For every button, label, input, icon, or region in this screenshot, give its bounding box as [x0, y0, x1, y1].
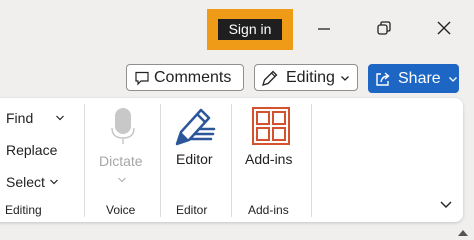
chevron-down-icon[interactable]	[49, 177, 59, 187]
close-window-button[interactable]	[434, 18, 454, 38]
restore-button[interactable]	[374, 18, 394, 38]
share-label: Share	[398, 69, 441, 87]
addins-grid-icon[interactable]	[252, 107, 290, 145]
editor-pen-icon[interactable]	[173, 104, 217, 148]
sign-in-button[interactable]: Sign in	[218, 19, 282, 40]
minimize-icon	[318, 28, 330, 30]
sign-in-highlight: Sign in	[207, 9, 293, 50]
comments-button[interactable]: Comments	[126, 64, 244, 91]
close-icon	[437, 21, 451, 35]
microphone-icon	[111, 108, 135, 144]
scroll-up-icon[interactable]	[457, 227, 469, 237]
group-divider	[84, 104, 85, 217]
restore-icon	[377, 21, 391, 35]
find-label: Find	[6, 110, 34, 126]
share-button[interactable]: Share	[368, 64, 459, 93]
editor-button[interactable]: Editor	[176, 151, 213, 167]
pencil-icon	[262, 70, 278, 86]
dictate-button[interactable]: Dictate	[99, 153, 143, 169]
replace-label: Replace	[6, 142, 58, 158]
group-divider	[231, 104, 232, 217]
find-button[interactable]: Find	[6, 110, 33, 126]
chevron-down-icon	[340, 75, 349, 81]
comment-icon	[135, 71, 149, 85]
comments-label: Comments	[154, 68, 232, 86]
editor-label: Editor	[176, 151, 213, 167]
chevron-down-icon[interactable]	[117, 176, 127, 184]
addins-button[interactable]: Add-ins	[245, 151, 292, 167]
group-divider	[311, 104, 312, 217]
editing-group-label: Editing	[5, 203, 42, 217]
select-button[interactable]: Select	[6, 174, 45, 190]
chevron-down-icon	[448, 76, 457, 82]
editing-label: Editing	[286, 68, 335, 86]
dictate-label: Dictate	[99, 153, 143, 169]
editing-mode-button[interactable]: Editing	[254, 64, 358, 91]
minimize-button[interactable]	[314, 18, 334, 38]
collapse-ribbon-icon[interactable]	[439, 199, 453, 211]
share-icon	[376, 71, 390, 86]
voice-group-label: Voice	[106, 203, 136, 217]
group-divider	[160, 104, 161, 217]
replace-button[interactable]: Replace	[6, 142, 57, 158]
select-label: Select	[6, 174, 45, 190]
chevron-down-icon[interactable]	[55, 113, 65, 123]
addins-group-label: Add-ins	[248, 203, 289, 217]
addins-label: Add-ins	[245, 151, 293, 167]
editor-group-label: Editor	[176, 203, 208, 217]
